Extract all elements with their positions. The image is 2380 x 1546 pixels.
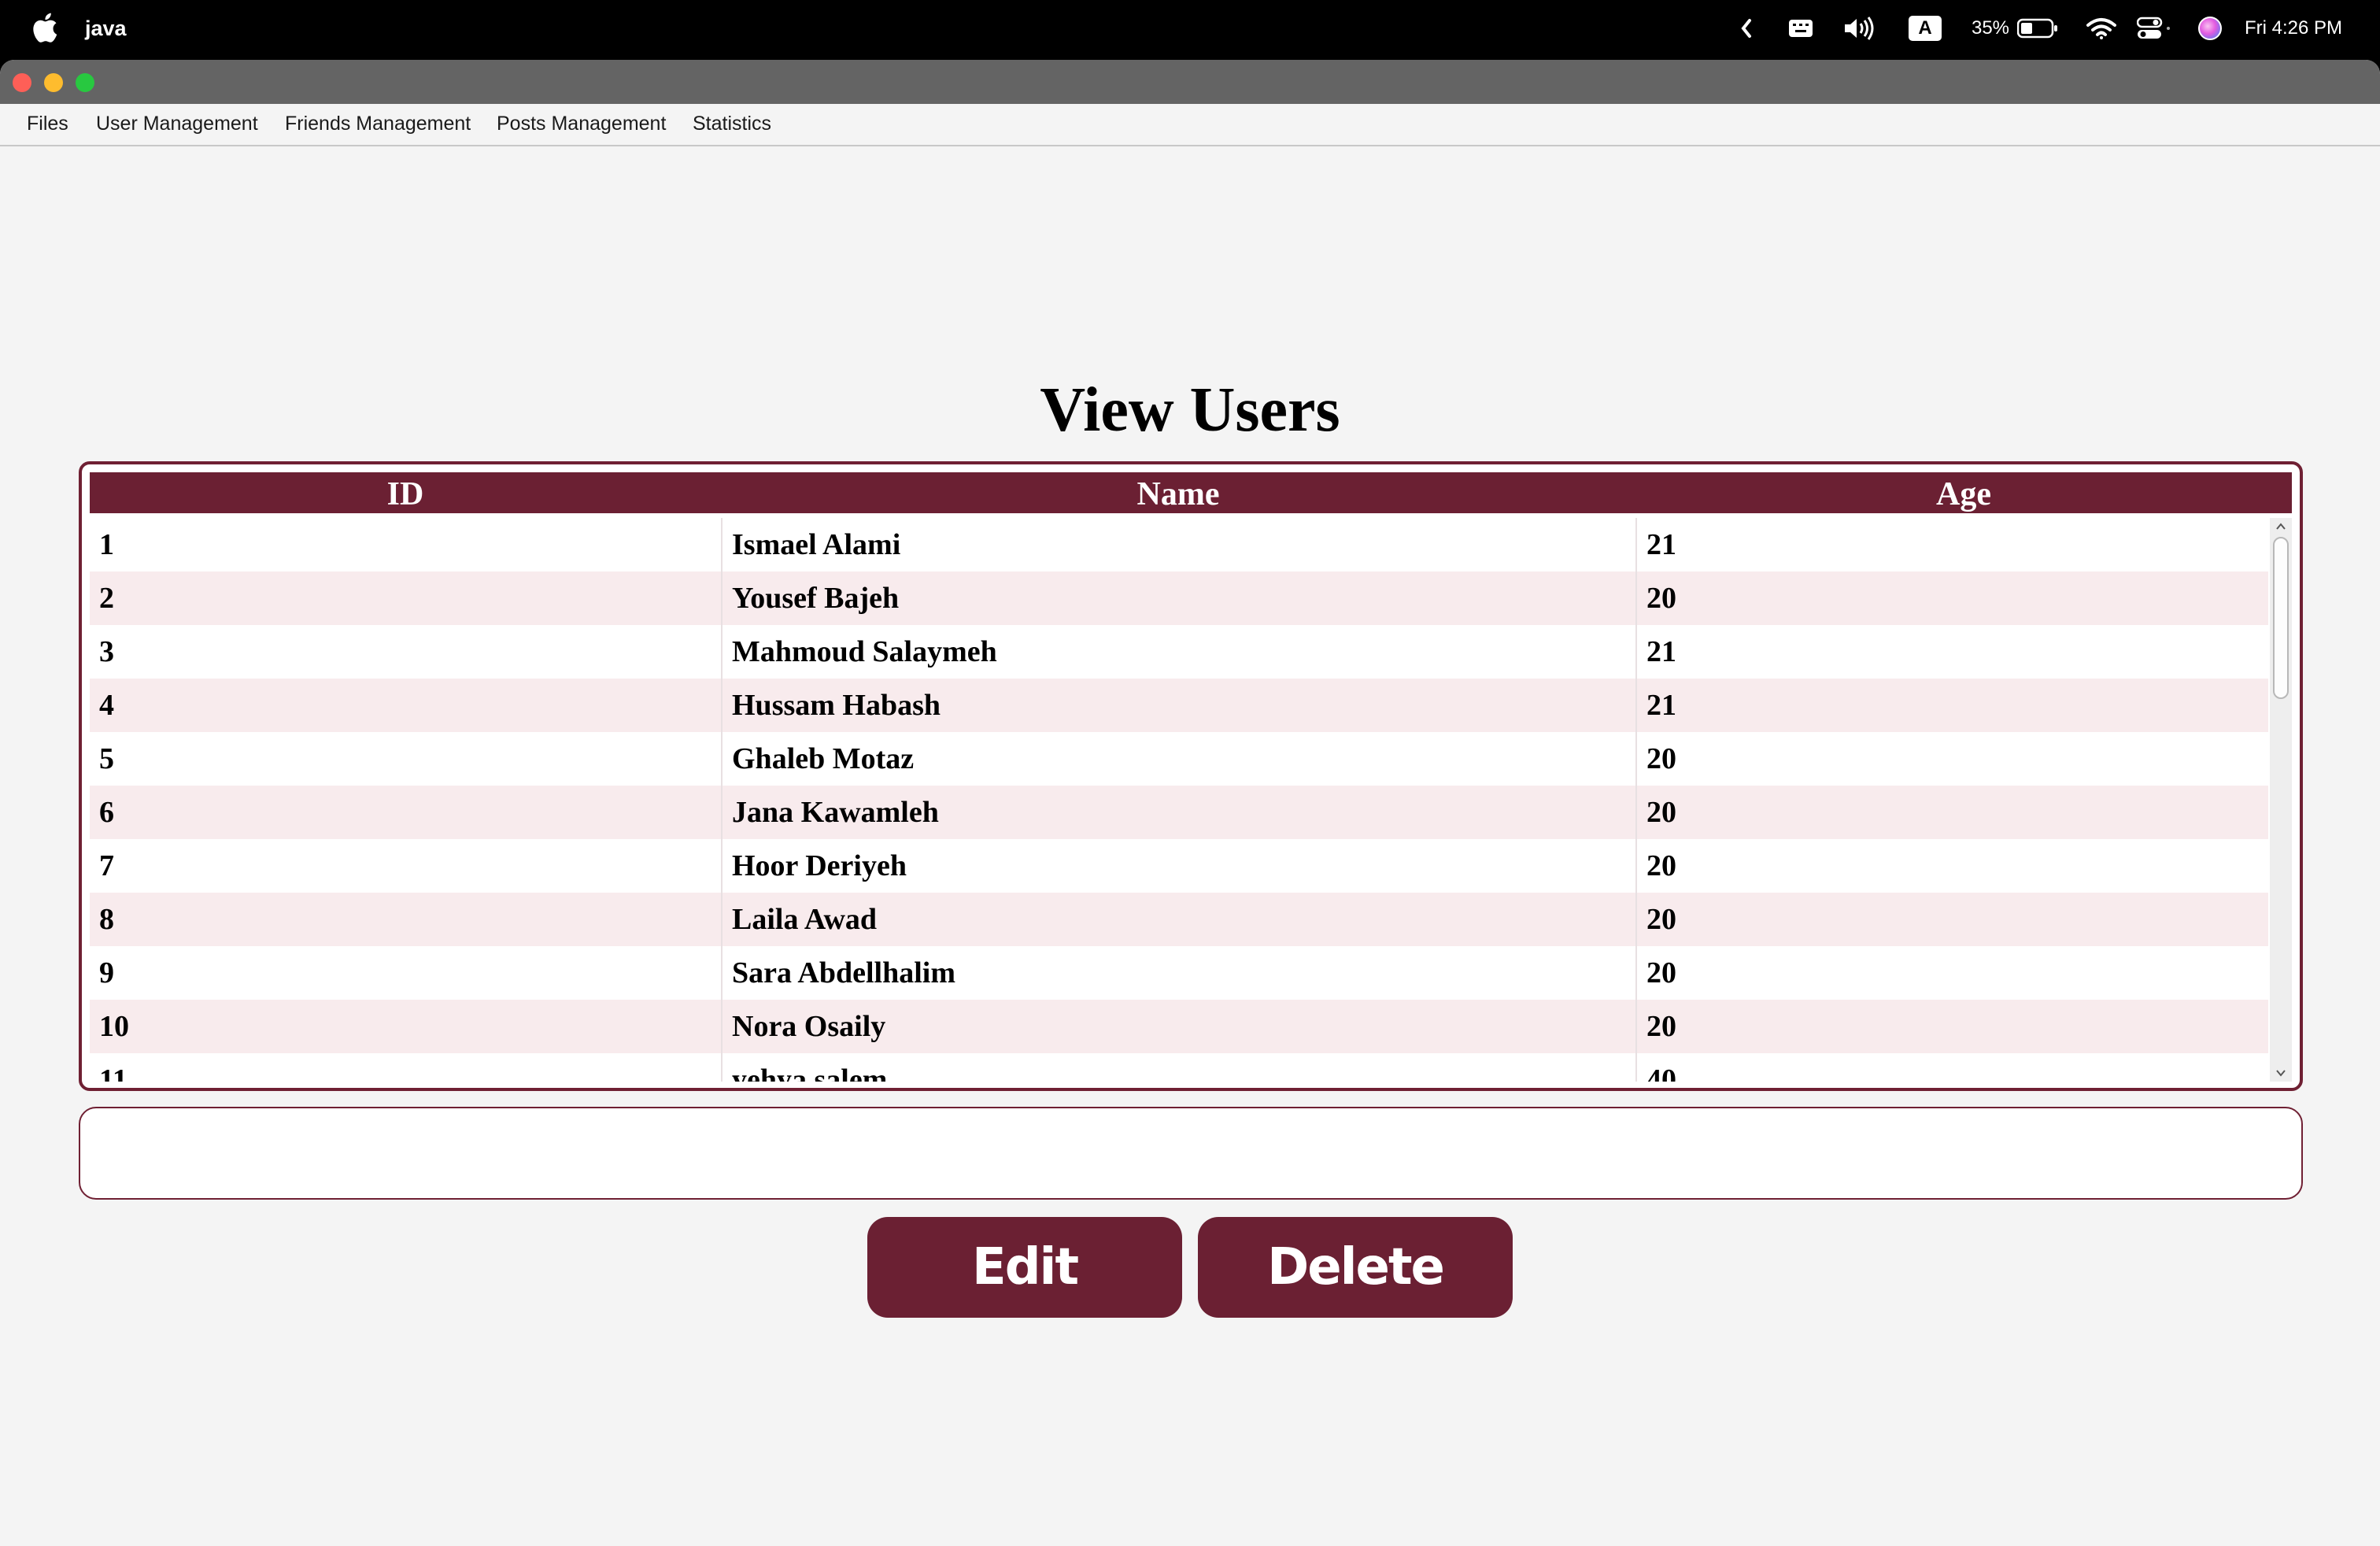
menu-files[interactable]: Files — [27, 104, 68, 145]
cell-name: Jana Kawamleh — [721, 786, 1635, 839]
cell-id: 9 — [99, 956, 114, 989]
menu-statistics[interactable]: Statistics — [693, 104, 771, 145]
cell-age: 20 — [1635, 839, 2268, 893]
table-body: 1 Ismael Alami 21 2 Yousef Bajeh 20 3 Ma… — [90, 518, 2268, 1082]
menu-friends-management[interactable]: Friends Management — [285, 104, 471, 145]
cell-age: 21 — [1635, 625, 2268, 679]
cell-name: Laila Awad — [721, 893, 1635, 946]
cell-age: 20 — [1635, 946, 2268, 1000]
column-header-age[interactable]: Age — [1635, 472, 2292, 513]
table-row[interactable]: 3 Mahmoud Salaymeh 21 — [90, 625, 2268, 679]
table-row[interactable]: 9 Sara Abdellhalim 20 — [90, 946, 2268, 1000]
cell-id: 10 — [99, 1010, 129, 1043]
active-app-name[interactable]: java — [85, 14, 127, 43]
scroll-down-arrow-icon[interactable] — [2270, 1064, 2292, 1082]
cell-name: Hoor Deriyeh — [721, 839, 1635, 893]
cell-age: 40 — [1635, 1053, 2268, 1082]
menu-user-management[interactable]: User Management — [96, 104, 258, 145]
cell-id: 7 — [99, 849, 114, 882]
system-menubar: java A 35% Fri 4:26 PM — [0, 0, 2380, 57]
cell-age: 21 — [1635, 679, 2268, 732]
battery-percent: 35% — [1971, 0, 2010, 57]
cell-id: 6 — [99, 796, 114, 829]
cell-name: Ismael Alami — [721, 518, 1635, 571]
cell-age: 20 — [1635, 571, 2268, 625]
cell-name: Nora Osaily — [721, 1000, 1635, 1053]
window-titlebar[interactable] — [0, 60, 2380, 104]
table-row[interactable]: 2 Yousef Bajeh 20 — [90, 571, 2268, 625]
maximize-window-button[interactable] — [76, 73, 94, 92]
edit-button[interactable]: Edit — [867, 1217, 1182, 1318]
menu-posts-management[interactable]: Posts Management — [497, 104, 666, 145]
cell-name: Ghaleb Motaz — [721, 732, 1635, 786]
table-row[interactable]: 6 Jana Kawamleh 20 — [90, 786, 2268, 839]
page-title: View Users — [1040, 375, 1340, 445]
cell-name: Sara Abdellhalim — [721, 946, 1635, 1000]
siri-icon[interactable] — [2196, 0, 2224, 57]
input-source-icon[interactable]: A — [1908, 0, 1942, 57]
cell-id: 3 — [99, 635, 114, 668]
table-header: ID Name Age — [90, 472, 2292, 513]
cell-id: 11 — [99, 1063, 128, 1082]
user-input-field[interactable] — [79, 1107, 2303, 1200]
table-row[interactable]: 1 Ismael Alami 21 — [90, 518, 2268, 571]
table-row[interactable]: 10 Nora Osaily 20 — [90, 1000, 2268, 1053]
apple-icon[interactable] — [30, 11, 58, 44]
volume-icon[interactable] — [1842, 0, 1878, 57]
cell-name: yehya salem — [721, 1053, 1635, 1082]
clock[interactable]: Fri 4:26 PM — [2245, 0, 2361, 57]
keyboard-icon[interactable] — [1787, 0, 1815, 57]
battery-percent-text: 35% — [1971, 17, 2010, 39]
table-row[interactable]: 4 Hussam Habash 21 — [90, 679, 2268, 732]
table-row[interactable]: 11 yehya salem 40 — [90, 1053, 2268, 1082]
control-center-icon[interactable] — [2136, 0, 2172, 57]
close-window-button[interactable] — [13, 73, 31, 92]
cell-age: 20 — [1635, 893, 2268, 946]
table-row[interactable]: 8 Laila Awad 20 — [90, 893, 2268, 946]
cell-age: 20 — [1635, 732, 2268, 786]
app-menubar: Files User Management Friends Management… — [0, 104, 2380, 146]
cell-id: 1 — [99, 528, 114, 561]
clock-text: Fri 4:26 PM — [2245, 17, 2343, 39]
table-row[interactable]: 7 Hoor Deriyeh 20 — [90, 839, 2268, 893]
column-header-name[interactable]: Name — [721, 472, 1635, 513]
chevron-left-icon[interactable] — [1735, 0, 1758, 57]
table-row[interactable]: 5 Ghaleb Motaz 20 — [90, 732, 2268, 786]
app-window: Files User Management Friends Management… — [0, 60, 2380, 1546]
minimize-window-button[interactable] — [44, 73, 63, 92]
battery-icon[interactable] — [2016, 0, 2059, 57]
input-source-label: A — [1909, 16, 1942, 41]
cell-name: Hussam Habash — [721, 679, 1635, 732]
wifi-icon[interactable] — [2086, 0, 2117, 57]
delete-button[interactable]: Delete — [1198, 1217, 1513, 1318]
cell-age: 20 — [1635, 1000, 2268, 1053]
scroll-up-arrow-icon[interactable] — [2270, 518, 2292, 535]
cell-id: 5 — [99, 742, 114, 775]
cell-id: 8 — [99, 903, 114, 936]
cell-name: Mahmoud Salaymeh — [721, 625, 1635, 679]
scrollbar-thumb[interactable] — [2273, 537, 2289, 699]
cell-name: Yousef Bajeh — [721, 571, 1635, 625]
cell-age: 21 — [1635, 518, 2268, 571]
cell-id: 4 — [99, 689, 114, 722]
cell-id: 2 — [99, 582, 114, 615]
table-scrollbar[interactable] — [2270, 518, 2292, 1082]
column-header-id[interactable]: ID — [90, 472, 721, 513]
users-table: ID Name Age 1 Ismael Alami 21 2 Yousef B… — [79, 461, 2303, 1091]
cell-age: 20 — [1635, 786, 2268, 839]
